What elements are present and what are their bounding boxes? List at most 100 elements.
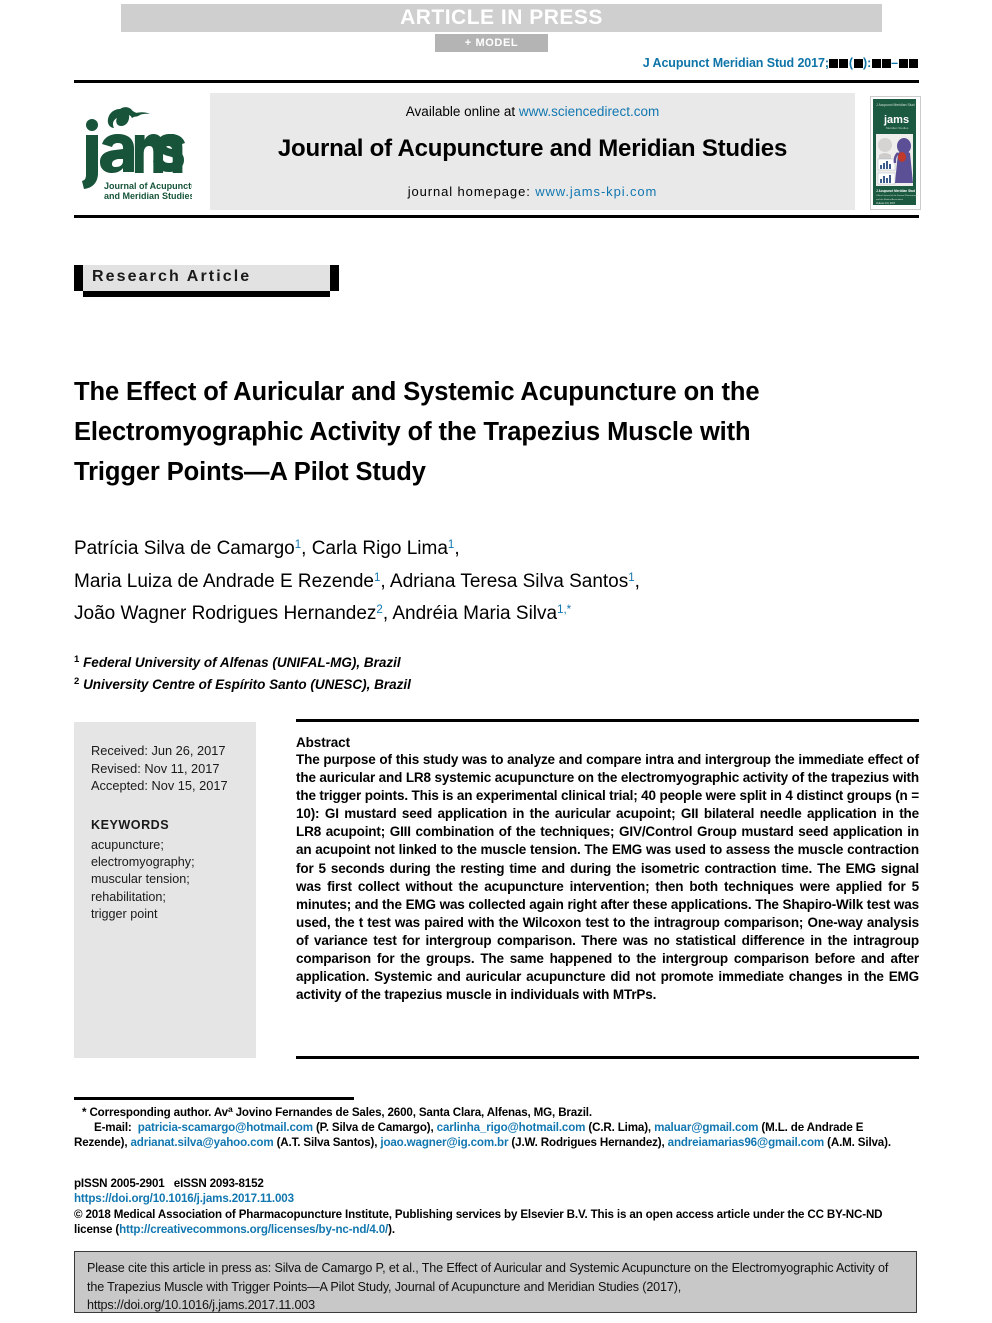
email-label: E-mail: <box>94 1121 132 1135</box>
author-name: Carla Rigo Lima <box>311 538 448 559</box>
page-title: The Effect of Auricular and Systemic Acu… <box>74 378 760 487</box>
abstract-body: The purpose of this study was to analyze… <box>296 752 919 1003</box>
badge-right-bar <box>330 265 339 291</box>
journal-masthead: Journal of Acupuncture and Meridian Stud… <box>74 93 921 213</box>
license-link[interactable]: http://creativecommons.org/licenses/by-n… <box>119 1223 388 1236</box>
page-placeholder-box <box>898 59 908 68</box>
affiliation-marker: 2 <box>74 676 80 687</box>
issn-copyright-block: pISSN 2005-2901 eISSN 2093-8152 https://… <box>74 1176 919 1238</box>
jams-logo-subtitle-1: Journal of Acupuncture <box>104 181 192 191</box>
author-separator: , <box>380 570 390 592</box>
email-link[interactable]: carlinha_rigo@hotmail.com <box>437 1121 586 1134</box>
author-separator: , <box>634 570 640 592</box>
corresponding-author-marker: 1,* <box>557 604 572 616</box>
email-owner: (C.R. Lima), <box>585 1121 655 1135</box>
journal-ref-prefix: J Acupunct Meridian Stud 2017; <box>642 56 829 70</box>
svg-text:Official Journal of the Korean: Official Journal of the Korean Pharmacop… <box>876 194 918 197</box>
article-in-press-banner: ARTICLE IN PRESS <box>121 4 882 32</box>
journal-homepage-line: journal homepage: www.jams-kpi.com <box>210 184 855 199</box>
received-date: Received: Jun 26, 2017 <box>91 743 226 758</box>
email-owner: (A.T. Silva Santos), <box>273 1136 381 1150</box>
badge-label: Research Article <box>92 268 252 285</box>
author-name: Andréia Maria Silva <box>392 603 558 624</box>
author-separator: , <box>301 538 312 559</box>
author-list: Patrícia Silva de Camargo1, Carla Rigo L… <box>74 531 864 629</box>
masthead-grey-panel: Available online at www.sciencedirect.co… <box>210 93 855 210</box>
page-placeholder-box <box>881 59 891 68</box>
doi-line: https://doi.org/10.1016/j.jams.2017.11.0… <box>74 1191 919 1206</box>
journal-reference-line: J Acupunct Meridian Stud 2017; (): – <box>643 56 918 70</box>
research-article-badge: Research Article <box>74 265 339 297</box>
keywords-heading: KEYWORDS <box>91 817 170 832</box>
email-link[interactable]: andreiamarias96@gmail.com <box>668 1136 825 1149</box>
svg-text:J Acupunct Meridian Stud: J Acupunct Meridian Stud <box>876 189 915 193</box>
header-rule-bottom <box>74 215 919 218</box>
abstract-rule-top <box>296 719 919 722</box>
keywords-list: acupuncture; electromyography; muscular … <box>91 838 195 921</box>
footnote-block: * Corresponding author. Ava Jovino Ferna… <box>74 1102 919 1151</box>
journal-ref-dash: – <box>891 56 898 70</box>
affiliation-item: 2 University Centre of Espírito Santo (U… <box>74 672 774 694</box>
journal-cover-image: J Acupunct Meridian Stud jams Meridian S… <box>871 97 920 207</box>
abstract-section: Abstract The purpose of this study was t… <box>296 735 919 1004</box>
page-placeholder-box <box>908 59 918 68</box>
email-link[interactable]: adrianat.silva@yahoo.com <box>130 1136 273 1149</box>
badge-bottom-bar <box>83 291 330 297</box>
author-separator: , <box>382 603 393 624</box>
svg-text:and the Medical Association: and the Medical Association <box>876 198 904 201</box>
corresponding-address: Jovino Fernandes de Sales, 2600, Santa C… <box>232 1106 592 1119</box>
header-rule-top <box>74 80 919 83</box>
available-online-label: Available online at <box>405 104 516 119</box>
journal-ref-issue-open: ( <box>848 56 853 70</box>
abstract-rule-bottom <box>296 1056 919 1059</box>
author-name: Adriana Teresa Silva Santos <box>389 570 629 592</box>
citation-box: Please cite this article in press as: Si… <box>74 1251 917 1313</box>
revised-date: Revised: Nov 11, 2017 <box>91 760 220 776</box>
citation-text: Please cite this article in press as: Si… <box>87 1261 889 1312</box>
svg-text:jams: jams <box>883 114 909 126</box>
doi-link[interactable]: https://doi.org/10.1016/j.jams.2017.11.0… <box>74 1192 294 1205</box>
article-in-press-label: ARTICLE IN PRESS <box>400 6 603 29</box>
homepage-label: journal homepage: <box>407 184 531 199</box>
page-placeholder-box <box>871 59 881 68</box>
email-note: E-mail: patricia-scamargo@hotmail.com (P… <box>74 1120 919 1150</box>
pissn: pISSN 2005-2901 <box>74 1177 165 1190</box>
badge-left-bar <box>74 265 83 291</box>
volume-placeholder-box <box>839 59 849 68</box>
affiliation-text: University Centre of Espírito Santo (UNE… <box>83 677 411 692</box>
journal-homepage-link[interactable]: www.jams-kpi.com <box>535 184 657 199</box>
email-link[interactable]: patricia-scamargo@hotmail.com <box>138 1121 313 1134</box>
affiliation-text: Federal University of Alfenas (UNIFAL-MG… <box>83 655 401 670</box>
issn-line: pISSN 2005-2901 eISSN 2093-8152 <box>74 1176 919 1191</box>
accepted-date: Accepted: Nov 15, 2017 <box>91 778 228 793</box>
jams-logo-icon: Journal of Acupuncture and Meridian Stud… <box>82 107 192 201</box>
email-owner: (A.M. Silva). <box>824 1136 891 1150</box>
svg-text:J Acupunct Meridian Stud: J Acupunct Meridian Stud <box>876 103 915 107</box>
email-owner: (P. Silva de Camargo), <box>312 1121 437 1135</box>
affiliation-item: 1 Federal University of Alfenas (UNIFAL-… <box>74 650 774 672</box>
volume-placeholder-box <box>829 59 839 68</box>
affiliation-list: 1 Federal University of Alfenas (UNIFAL-… <box>74 650 774 694</box>
email-owner: (J.W. Rodrigues Hernandez), <box>508 1136 668 1150</box>
issue-placeholder-box <box>853 59 863 68</box>
eissn: eISSN 2093-8152 <box>173 1177 264 1190</box>
model-banner: + MODEL <box>435 34 548 52</box>
sciencedirect-link[interactable]: www.sciencedirect.com <box>519 104 659 119</box>
svg-text:Meridian Studies: Meridian Studies <box>886 126 909 130</box>
email-link[interactable]: joao.wagner@ig.com.br <box>380 1136 508 1149</box>
jams-logo-subtitle-2: and Meridian Studies <box>104 191 192 201</box>
journal-cover-thumbnail: J Acupunct Meridian Stud jams Meridian S… <box>870 96 921 210</box>
article-meta-sidebar: Received: Jun 26, 2017 Revised: Nov 11, … <box>74 722 256 1058</box>
journal-ref-issue-close: ): <box>863 56 872 70</box>
corresponding-author-note: * Corresponding author. Ava Jovino Ferna… <box>74 1102 919 1120</box>
author-name: Patrícia Silva de Camargo <box>74 538 295 559</box>
journal-title: Journal of Acupuncture and Meridian Stud… <box>277 135 788 162</box>
author-name: João Wagner Rodrigues Hernandez <box>74 603 377 624</box>
svg-text:Volume 10 | 2017: Volume 10 | 2017 <box>876 202 896 205</box>
copyright-line: © 2018 Medical Association of Pharmacopu… <box>74 1207 919 1238</box>
corresponding-text: Corresponding author. Av <box>86 1106 228 1119</box>
email-link[interactable]: maluar@gmail.com <box>654 1121 758 1134</box>
author-separator: , <box>454 538 460 559</box>
jams-logo: Journal of Acupuncture and Meridian Stud… <box>74 101 192 205</box>
affiliation-marker: 1 <box>74 654 80 665</box>
